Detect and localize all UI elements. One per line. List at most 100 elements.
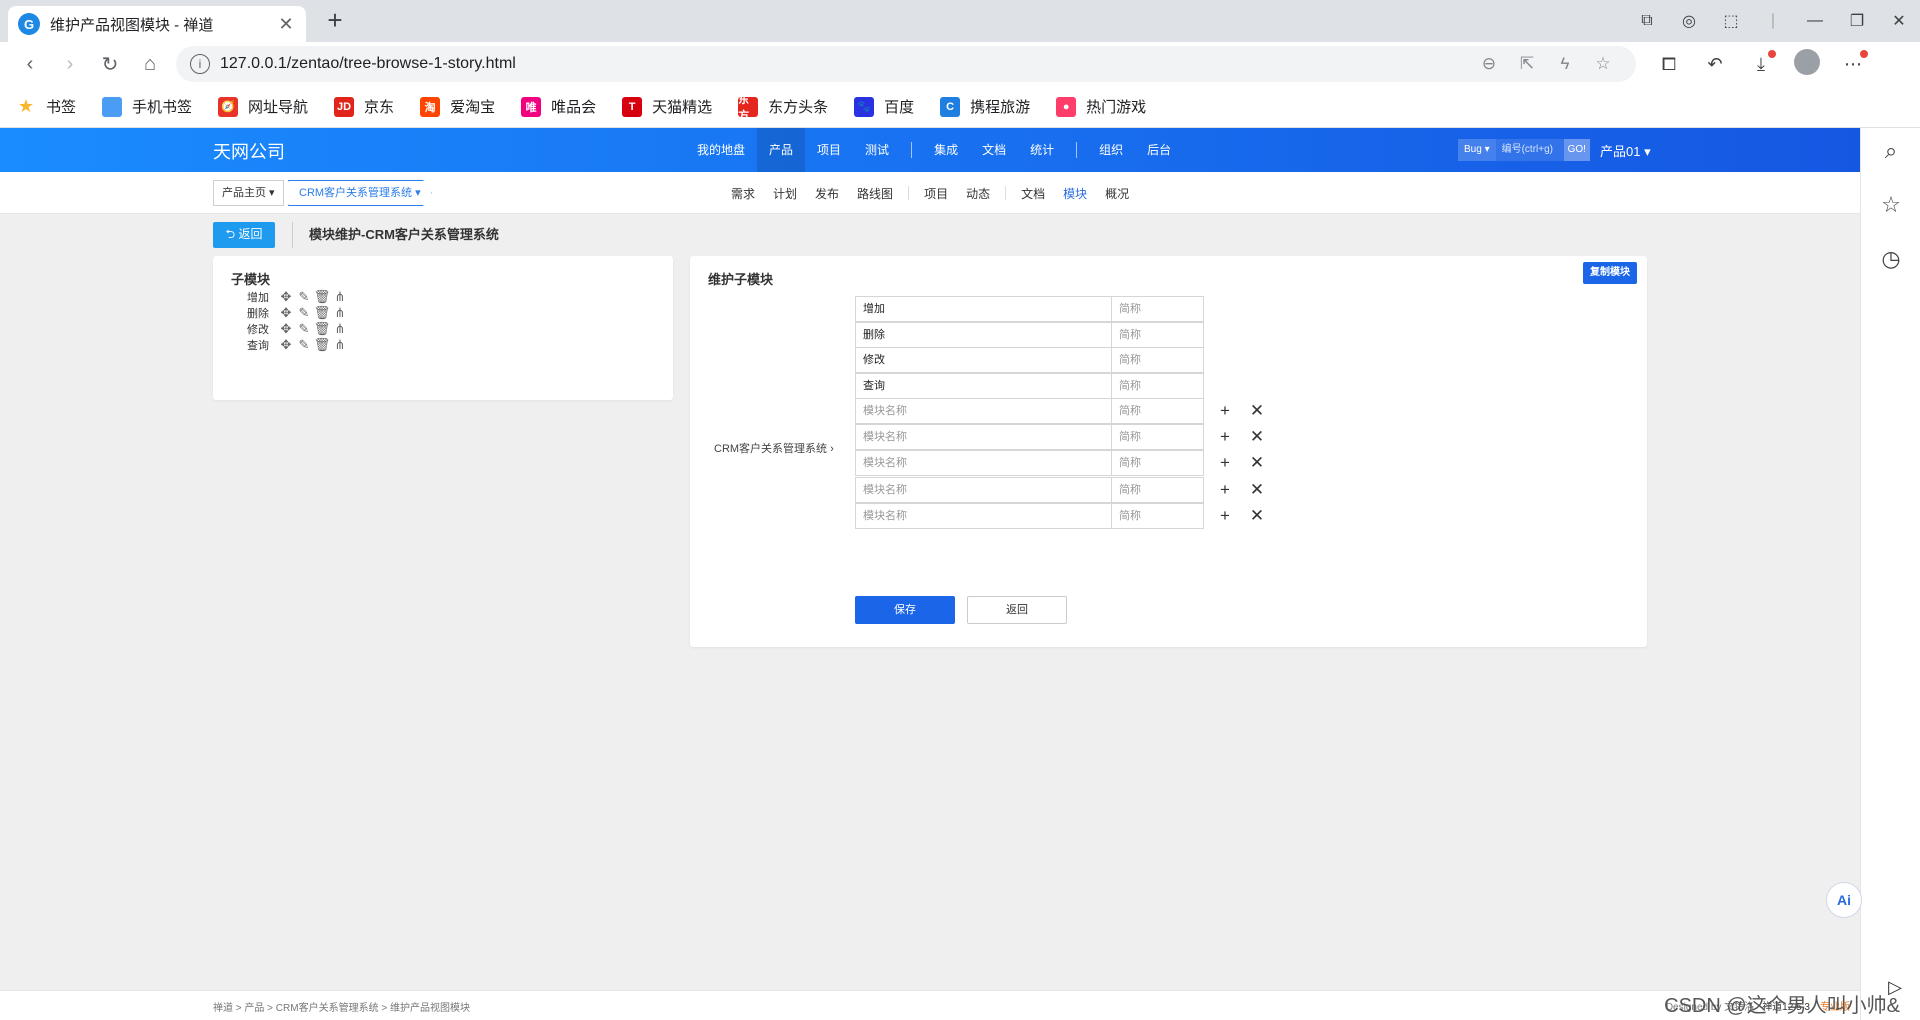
extension-icon[interactable]: ⬚ <box>1710 11 1752 31</box>
reload-icon[interactable]: ↻ <box>90 46 130 82</box>
product-tab[interactable]: 模块 <box>1054 185 1096 202</box>
tab-close-icon[interactable]: ✕ <box>276 14 296 35</box>
breadcrumb-product-home[interactable]: 产品主页 ▾ <box>213 180 284 206</box>
add-row-icon[interactable]: + <box>1210 453 1240 473</box>
remove-row-icon[interactable]: ✕ <box>1242 427 1272 447</box>
product-tab[interactable]: 需求 <box>722 185 764 202</box>
bookmark-item[interactable]: 唯唯品会 <box>521 96 596 117</box>
menu-item[interactable]: 项目 <box>805 128 853 172</box>
menu-item[interactable]: 产品 <box>757 128 806 172</box>
add-row-icon[interactable]: + <box>1210 427 1240 447</box>
delete-icon[interactable]: 🗑 <box>313 321 331 337</box>
delete-icon[interactable]: 🗑 <box>313 337 331 353</box>
remove-row-icon[interactable]: ✕ <box>1242 401 1272 421</box>
edit-icon[interactable]: ✎ <box>295 305 313 321</box>
bookmark-item[interactable]: ★ 书签 <box>16 96 76 117</box>
module-short-input[interactable]: 简称 <box>1112 321 1204 348</box>
menu-item[interactable]: 文档 <box>970 128 1018 172</box>
new-module-name-input[interactable]: 模块名称 <box>855 502 1112 529</box>
bookmark-item[interactable]: JD 京东 <box>334 96 394 117</box>
module-name-input[interactable]: 删除 <box>855 321 1112 348</box>
copy-module-button[interactable]: 复制模块 <box>1583 262 1637 284</box>
menu-item[interactable]: 后台 <box>1135 128 1183 172</box>
product-tab[interactable]: 路线图 <box>848 185 902 202</box>
minimize-icon[interactable]: — <box>1794 12 1836 30</box>
return-button[interactable]: 返回 <box>967 596 1067 624</box>
edit-icon[interactable]: ✎ <box>295 337 313 353</box>
breadcrumb-product[interactable]: CRM客户关系管理系统 ▾ <box>288 180 432 206</box>
menu-item[interactable]: 组织 <box>1087 128 1135 172</box>
new-module-name-input[interactable]: 模块名称 <box>855 476 1112 503</box>
child-module-icon[interactable]: ⋔ <box>331 305 349 321</box>
search-go-button[interactable]: GO! <box>1563 139 1590 161</box>
move-icon[interactable]: ✥ <box>277 305 295 321</box>
bookmark-item[interactable]: 手机书签 <box>102 96 192 117</box>
search-type-select[interactable]: Bug ▾ <box>1458 139 1496 161</box>
product-selector[interactable]: 产品01 ▾ <box>1600 141 1651 160</box>
search-input[interactable]: 编号(ctrl+g) <box>1495 139 1564 161</box>
new-module-short-input[interactable]: 简称 <box>1112 450 1204 477</box>
new-tab-icon[interactable]: + <box>320 6 350 36</box>
more-menu-icon[interactable]: ⋯ <box>1830 49 1876 75</box>
bookmark-item[interactable]: C 携程旅游 <box>940 96 1030 117</box>
remove-row-icon[interactable]: ✕ <box>1242 480 1272 500</box>
tab-count-icon[interactable]: ⧉ <box>1626 12 1668 30</box>
back-arrow-icon[interactable]: ‹ <box>10 46 50 82</box>
child-module-icon[interactable]: ⋔ <box>331 321 349 337</box>
add-row-icon[interactable]: + <box>1210 506 1240 526</box>
download-icon[interactable]: ⤓ <box>1738 49 1784 75</box>
incognito-icon[interactable]: ◎ <box>1668 11 1710 31</box>
sidebar-history-icon[interactable]: ◷ <box>1877 246 1905 274</box>
history-back-icon[interactable]: ↶ <box>1692 54 1738 75</box>
bookmark-item[interactable]: 淘爱淘宝 <box>420 96 495 117</box>
module-name-input[interactable]: 增加 <box>855 296 1112 322</box>
remove-row-icon[interactable]: ✕ <box>1242 453 1272 473</box>
menu-item[interactable]: 统计 <box>1018 128 1066 172</box>
product-tab[interactable]: 发布 <box>806 185 848 202</box>
remove-row-icon[interactable]: ✕ <box>1242 506 1272 526</box>
forward-arrow-icon[interactable]: › <box>50 46 90 82</box>
close-window-icon[interactable]: ✕ <box>1878 11 1920 31</box>
back-button[interactable]: ⮌ 返回 <box>213 222 275 248</box>
bookmark-item[interactable]: 🐾 百度 <box>854 96 914 117</box>
new-module-name-input[interactable]: 模块名称 <box>855 398 1112 424</box>
new-module-name-input[interactable]: 模块名称 <box>855 424 1112 451</box>
site-info-icon[interactable]: i <box>190 54 210 74</box>
profile-icon[interactable] <box>1784 48 1830 80</box>
save-button[interactable]: 保存 <box>855 596 955 624</box>
module-short-input[interactable]: 简称 <box>1112 296 1204 322</box>
new-module-short-input[interactable]: 简称 <box>1112 502 1204 529</box>
company-name[interactable]: 天网公司 <box>213 138 285 164</box>
product-tab[interactable]: 概况 <box>1096 185 1138 202</box>
edit-icon[interactable]: ✎ <box>295 321 313 337</box>
module-short-input[interactable]: 简称 <box>1112 347 1204 373</box>
zoom-icon[interactable]: ⊖ <box>1470 54 1508 74</box>
bookmark-item[interactable]: T 天猫精选 <box>622 96 712 117</box>
product-tab[interactable]: 文档 <box>1012 185 1054 202</box>
star-icon[interactable]: ☆ <box>1584 54 1622 74</box>
menu-item[interactable]: 测试 <box>853 128 901 172</box>
menu-item[interactable]: 我的地盘 <box>685 128 757 172</box>
edit-icon[interactable]: ✎ <box>295 289 313 305</box>
browser-tab[interactable]: G 维护产品视图模块 - 禅道 ✕ <box>8 6 306 42</box>
new-module-name-input[interactable]: 模块名称 <box>855 450 1112 477</box>
module-name-input[interactable]: 查询 <box>855 372 1112 399</box>
home-icon[interactable]: ⌂ <box>130 46 170 82</box>
move-icon[interactable]: ✥ <box>277 321 295 337</box>
url-input[interactable]: i 127.0.0.1/zentao/tree-browse-1-story.h… <box>176 46 1636 82</box>
extensions-icon[interactable]: ⧠ <box>1646 54 1692 75</box>
sidebar-favorites-icon[interactable]: ☆ <box>1877 192 1905 220</box>
share-icon[interactable]: ⇱ <box>1508 54 1546 74</box>
add-row-icon[interactable]: + <box>1210 401 1240 421</box>
maximize-icon[interactable]: ❐ <box>1836 11 1878 31</box>
delete-icon[interactable]: 🗑 <box>313 289 331 305</box>
sidebar-search-icon[interactable]: ⌕ <box>1877 138 1905 166</box>
module-short-input[interactable]: 简称 <box>1112 372 1204 399</box>
new-module-short-input[interactable]: 简称 <box>1112 398 1204 424</box>
move-icon[interactable]: ✥ <box>277 337 295 353</box>
new-module-short-input[interactable]: 简称 <box>1112 476 1204 503</box>
new-module-short-input[interactable]: 简称 <box>1112 424 1204 451</box>
ai-assistant-icon[interactable]: Ai <box>1826 882 1862 918</box>
menu-item[interactable]: 集成 <box>922 128 970 172</box>
product-tab[interactable]: 项目 <box>915 185 957 202</box>
